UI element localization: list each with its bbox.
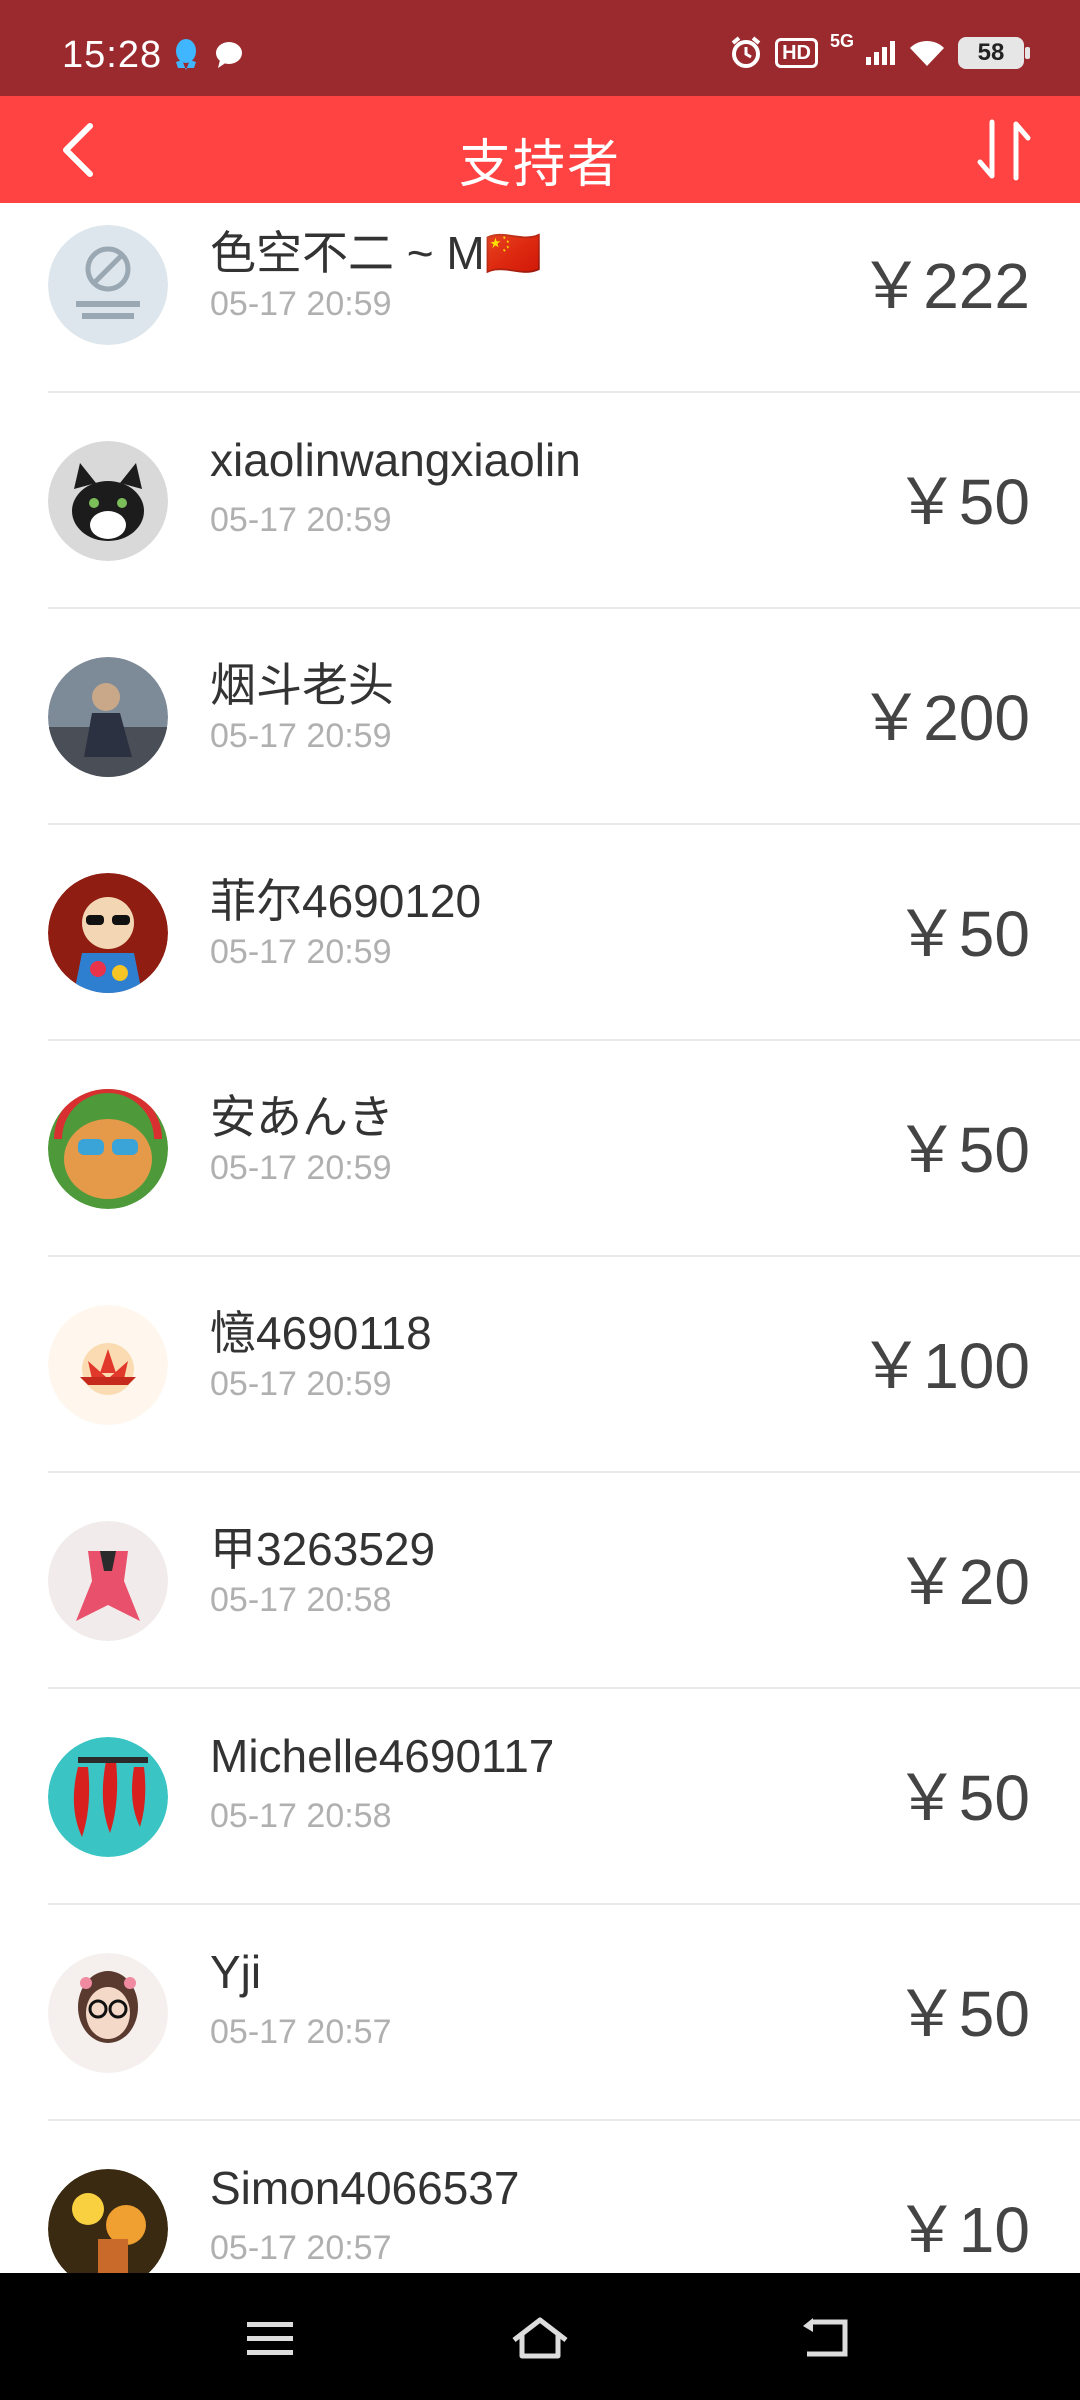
chili-avatar [48,1737,168,1857]
lotus-avatar [48,1305,168,1425]
signal-icon [866,41,895,65]
home-icon [512,2317,568,2359]
supporter-name: 烟斗老头 [210,659,394,711]
supporter-time: 05-17 20:58 [210,1797,392,1835]
supporter-amount: ￥50 [894,1114,1030,1186]
supporter-time: 05-17 20:57 [210,2229,392,2267]
supporter-name: 菲尔4690120 [210,875,482,927]
supporter-amount: ￥50 [894,1762,1030,1834]
supporter-amount: ￥50 [894,466,1030,538]
hd-badge: HD [775,38,818,68]
system-nav-bar [0,2273,1080,2400]
supporter-name: Michelle4690117 [210,1730,555,1782]
sort-button[interactable] [964,110,1044,190]
supporter-name: xiaolinwangxiaolin [210,434,581,486]
supporter-amount: ￥50 [894,1978,1030,2050]
supporter-name: Yji [210,1946,262,1998]
supporter-row[interactable]: Simon4066537 05-17 20:57 ￥10 [0,2121,1080,2273]
back-arrow-icon [803,2318,848,2357]
supporter-name: 色空不二 ~ M🇨🇳 [210,227,543,279]
sort-icon [977,119,1031,181]
notification-icons [172,38,244,72]
supporter-time: 05-17 20:59 [210,1149,392,1187]
page-title: 支持者 [458,136,621,194]
supporter-time: 05-17 20:59 [210,285,392,323]
girl-glasses-avatar [48,1953,168,2073]
supporter-amount: ￥50 [894,898,1030,970]
message-icon [216,42,242,68]
supporter-list[interactable]: 色空不二 ~ M🇨🇳 05-17 20:59 ￥222 xiaolinwangx… [0,203,1080,2273]
supporter-row[interactable]: 菲尔4690120 05-17 20:59 ￥50 [0,825,1080,1041]
wifi-icon [910,40,944,66]
supporter-name: 甲3263529 [210,1523,436,1575]
alarm-icon [731,36,761,68]
network-label: 5G [829,30,854,51]
blocked-image-avatar [48,225,168,345]
app-bar: 支持者 [0,96,1080,203]
cat-avatar [48,441,168,561]
supporter-amount: ￥10 [894,2194,1030,2266]
supporter-row[interactable]: xiaolinwangxiaolin 05-17 20:59 ￥50 [0,393,1080,609]
supporter-time: 05-17 20:59 [210,717,392,755]
supporter-name: Simon4066537 [210,2162,520,2214]
supporter-amount: ￥222 [859,250,1030,322]
supporter-row[interactable]: Yji 05-17 20:57 ￥50 [0,1905,1080,2121]
qq-icon [176,39,196,70]
back-nav-button[interactable] [786,2303,866,2373]
supporter-row[interactable]: 安あんき 05-17 20:59 ￥50 [0,1041,1080,1257]
supporter-row[interactable]: Michelle4690117 05-17 20:58 ￥50 [0,1689,1080,1905]
supporter-name: 憶4690118 [210,1307,432,1359]
menu-button[interactable] [230,2303,310,2373]
man-photo-avatar [48,657,168,777]
supporter-time: 05-17 20:59 [210,501,392,539]
supporter-row[interactable]: 烟斗老头 05-17 20:59 ￥200 [0,609,1080,825]
battery-indicator: 58 [958,37,1030,69]
cat-sunglasses-avatar [48,1089,168,1209]
supporter-time: 05-17 20:59 [210,1365,392,1403]
supporter-time: 05-17 20:57 [210,2013,392,2051]
home-button[interactable] [500,2303,580,2373]
supporter-row[interactable]: 色空不二 ~ M🇨🇳 05-17 20:59 ￥222 [0,203,1080,393]
menu-icon [247,2322,293,2355]
status-bar: 15:28 HD 5G 58 [0,0,1080,96]
supporter-amount: ￥200 [859,682,1030,754]
status-right-icons: HD 5G 58 [729,31,1030,70]
pink-scarf-avatar [48,1521,168,1641]
supporter-row[interactable]: 甲3263529 05-17 20:58 ￥20 [0,1473,1080,1689]
supporter-amount: ￥20 [894,1546,1030,1618]
supporter-row[interactable]: 憶4690118 05-17 20:59 ￥100 [0,1257,1080,1473]
status-time: 15:28 [62,34,163,76]
supporter-name: 安あんき [210,1091,394,1143]
cartoon-girl-avatar [48,873,168,993]
supporter-time: 05-17 20:59 [210,933,392,971]
supporter-time: 05-17 20:58 [210,1581,392,1619]
supporter-amount: ￥100 [859,1330,1030,1402]
lights-avatar [48,2169,168,2273]
